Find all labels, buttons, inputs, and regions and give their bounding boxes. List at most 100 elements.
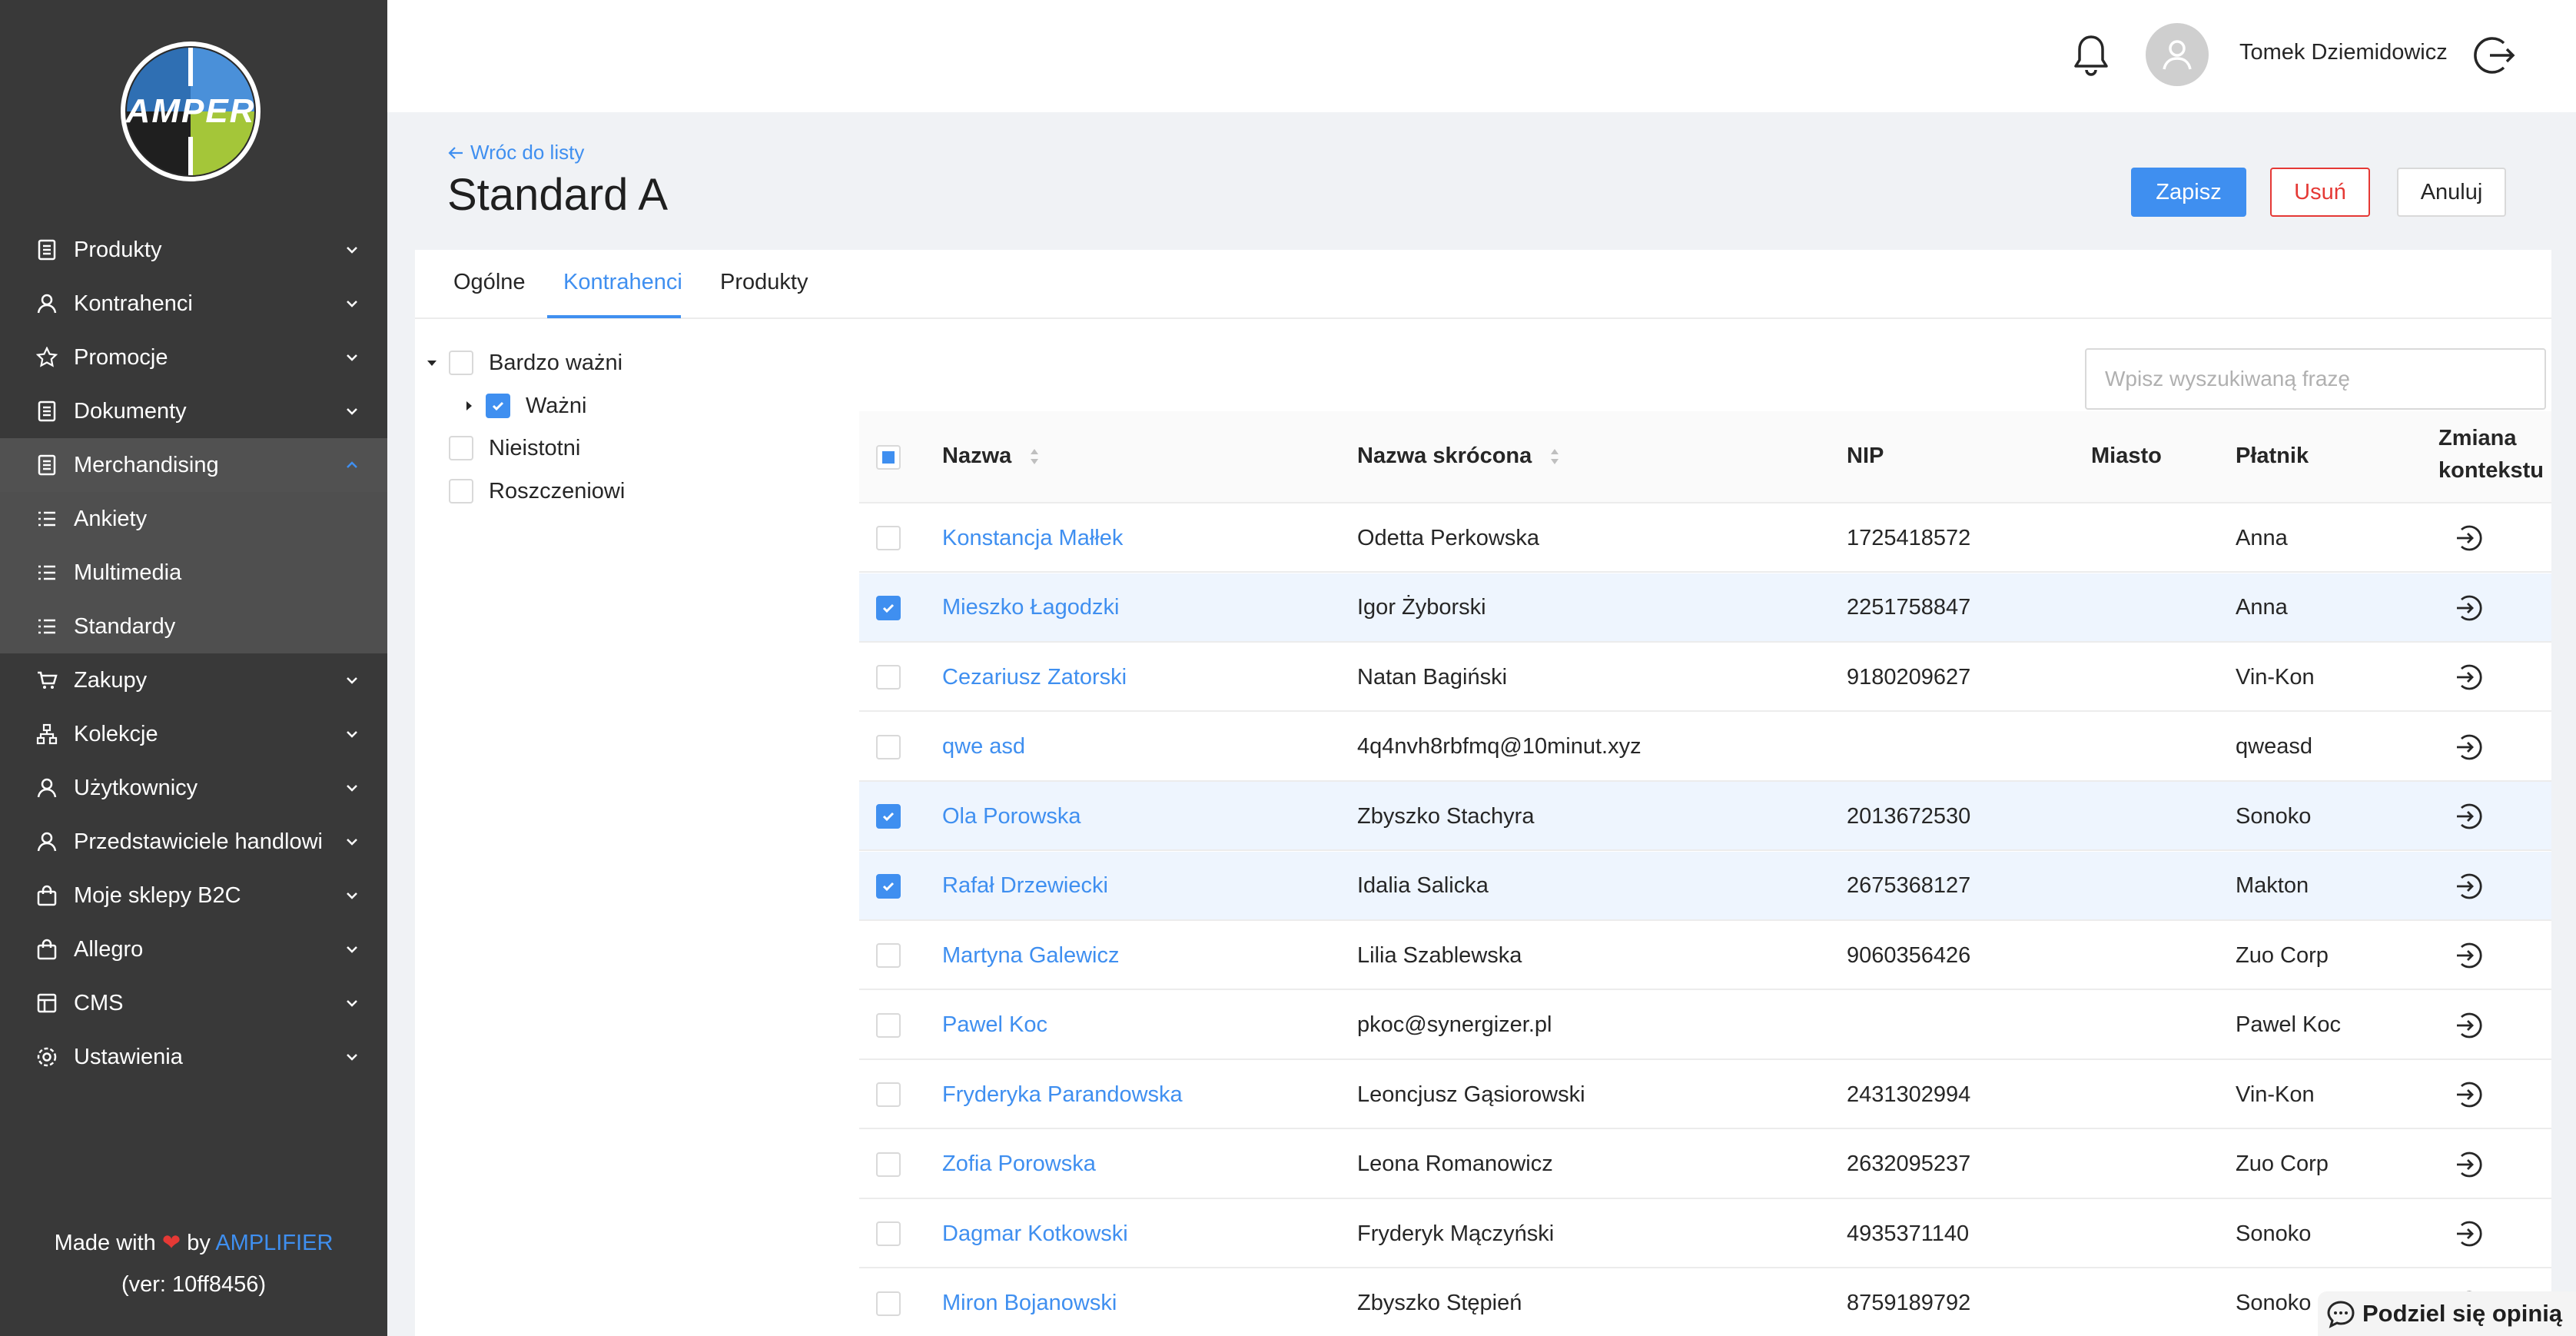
nav-item-zakupy[interactable]: Zakupy — [0, 653, 387, 707]
amplifier-link[interactable]: AMPLIFIER — [215, 1231, 333, 1255]
nav-item-merchandising[interactable]: Merchandising — [0, 438, 387, 492]
cell-name[interactable]: Miron Bojanowski — [942, 1269, 1117, 1336]
cell-short-name: Leoncjusz Gąsiorowski — [1357, 1082, 1585, 1107]
table-row[interactable]: Rafał Drzewiecki Idalia Salicka 2675368127… — [859, 851, 2551, 921]
switch-context-button[interactable] — [2454, 991, 2485, 1060]
row-checkbox[interactable] — [876, 1152, 901, 1177]
switch-context-button[interactable] — [2454, 503, 2485, 573]
sidebar-item-standardy[interactable]: Standardy — [0, 600, 387, 653]
row-checkbox[interactable] — [876, 943, 901, 968]
nav-item-ustawienia[interactable]: Ustawienia — [0, 1030, 387, 1084]
table-row[interactable]: Martyna Galewicz Lilia Szablewska 90603564… — [859, 921, 2551, 990]
nav-item-promocje[interactable]: Promocje — [0, 331, 387, 384]
cancel-button[interactable]: Anuluj — [2397, 168, 2506, 217]
row-checkbox[interactable] — [876, 1012, 901, 1038]
nav-item-cms[interactable]: CMS — [0, 976, 387, 1030]
sort-icon — [1031, 449, 1039, 465]
switch-context-button[interactable] — [2454, 782, 2485, 851]
column-header-name[interactable]: Nazwa — [942, 444, 1041, 469]
table-row[interactable]: Zofia Porowska Leona Romanowicz 2632095237… — [859, 1129, 2551, 1199]
table-row[interactable]: Ola Porowska Zbyszko Stachyra 2013672530 So… — [859, 782, 2551, 851]
table-row[interactable]: Cezariusz Zatorski Natan Bagiński 91802096… — [859, 643, 2551, 712]
switch-context-button[interactable] — [2454, 713, 2485, 782]
nav-item-kolekcje[interactable]: Kolekcje — [0, 707, 387, 761]
switch-context-button[interactable] — [2454, 852, 2485, 921]
nav-item-dokumenty[interactable]: Dokumenty — [0, 384, 387, 438]
row-checkbox[interactable] — [876, 734, 901, 759]
switch-context-button[interactable] — [2454, 1199, 2485, 1268]
cell-name[interactable]: qwe asd — [942, 713, 1025, 782]
user-name[interactable]: Tomek Dziemidowicz — [2239, 40, 2448, 65]
table-row[interactable]: Mieszko Łagodzki Igor Żyborski 2251758847 A… — [859, 573, 2551, 643]
cell-short-name: Zbyszko Stachyra — [1357, 803, 1535, 829]
back-link-label: Wróc do listy — [470, 141, 585, 164]
sidebar-item-multimedia[interactable]: Multimedia — [0, 546, 387, 600]
row-checkbox[interactable] — [876, 1291, 901, 1316]
row-checkbox[interactable] — [876, 526, 901, 550]
table-row[interactable]: Miron Bojanowski Zbyszko Stępień 875918979… — [859, 1268, 2551, 1336]
cell-name[interactable]: Konstancja Małłek — [942, 503, 1123, 573]
cell-name[interactable]: Pawel Koc — [942, 991, 1047, 1060]
row-checkbox[interactable] — [876, 595, 901, 620]
nav-item-produkty[interactable]: Produkty — [0, 223, 387, 277]
nav-item-kontrahenci[interactable]: Kontrahenci — [0, 277, 387, 331]
row-checkbox[interactable] — [876, 873, 901, 899]
tab-kontrahenci[interactable]: Kontrahenci — [563, 270, 682, 295]
chevron-down-icon — [347, 247, 357, 254]
column-header-short-name[interactable]: Nazwa skrócona — [1357, 444, 1561, 469]
column-header-city: Miasto — [2091, 444, 2162, 468]
search-input[interactable] — [2085, 348, 2546, 410]
tabs: Ogólne Kontrahenci Produkty — [415, 250, 2551, 319]
save-button[interactable]: Zapisz — [2131, 168, 2246, 217]
nav-item-allegro[interactable]: Allegro — [0, 922, 387, 976]
table-row[interactable]: Fryderyka Parandowska Leoncjusz Gąsiorows… — [859, 1060, 2551, 1129]
amper-logo[interactable]: AMPER — [108, 40, 274, 183]
tree-checkbox[interactable] — [449, 351, 473, 375]
switch-context-button[interactable] — [2454, 921, 2485, 990]
nav-item-sklepy-b2c[interactable]: Moje sklepy B2C — [0, 869, 387, 922]
tab-produkty[interactable]: Produkty — [720, 270, 808, 295]
cell-short-name: Igor Żyborski — [1357, 595, 1486, 620]
caret-right-icon[interactable] — [463, 400, 475, 412]
caret-down-icon[interactable] — [426, 357, 438, 369]
table-row[interactable]: Dagmar Kotkowski Fryderyk Mączyński 493537… — [859, 1199, 2551, 1268]
table-row[interactable]: qwe asd 4q4nvh8rbfmq@10minut.xyz qweasd — [859, 712, 2551, 782]
cell-name[interactable]: Dagmar Kotkowski — [942, 1199, 1128, 1268]
cell-name[interactable]: Ola Porowska — [942, 782, 1081, 851]
switch-context-button[interactable] — [2454, 1130, 2485, 1199]
nav-item-uzytkownicy[interactable]: Użytkownicy — [0, 761, 387, 815]
avatar[interactable] — [2146, 23, 2209, 86]
row-checkbox[interactable] — [876, 665, 901, 690]
tree-checkbox[interactable] — [449, 479, 473, 503]
layout-icon — [35, 992, 58, 1015]
sidebar-item-ankiety[interactable]: Ankiety — [0, 492, 387, 546]
cell-name[interactable]: Zofia Porowska — [942, 1130, 1096, 1199]
cell-name[interactable]: Fryderyka Parandowska — [942, 1060, 1183, 1129]
cell-payer: Sonoko — [2236, 1291, 2312, 1315]
table-row[interactable]: Konstancja Małłek Odetta Perkowska 1725418… — [859, 503, 2551, 573]
table-row[interactable]: Pawel Koc pkoc@synergizer.pl Pawel Koc — [859, 990, 2551, 1060]
feedback-button[interactable]: Podziel się opinią — [2318, 1291, 2576, 1336]
cell-name[interactable]: Cezariusz Zatorski — [942, 643, 1127, 712]
row-checkbox[interactable] — [876, 804, 901, 829]
cell-nip: 2675368127 — [1847, 873, 1971, 898]
cell-name[interactable]: Martyna Galewicz — [942, 921, 1119, 990]
switch-context-button[interactable] — [2454, 573, 2485, 643]
nav-item-przedstawiciele[interactable]: Przedstawiciele handlowi — [0, 815, 387, 869]
switch-context-button[interactable] — [2454, 643, 2485, 712]
select-all-checkbox[interactable] — [876, 445, 901, 470]
tab-ogolne[interactable]: Ogólne — [453, 270, 526, 295]
cell-name[interactable]: Mieszko Łagodzki — [942, 573, 1120, 643]
cell-short-name: pkoc@synergizer.pl — [1357, 1012, 1552, 1037]
tree-checkbox[interactable] — [486, 394, 510, 418]
cell-name[interactable]: Rafał Drzewiecki — [942, 852, 1108, 921]
row-checkbox[interactable] — [876, 1221, 901, 1246]
tree-checkbox[interactable] — [449, 436, 473, 460]
back-to-list-link[interactable]: Wróc do listy — [447, 141, 584, 165]
switch-context-button[interactable] — [2454, 1060, 2485, 1129]
row-checkbox[interactable] — [876, 1082, 901, 1107]
bell-icon[interactable] — [2071, 32, 2111, 78]
logout-icon[interactable] — [2473, 34, 2516, 77]
document-icon — [35, 400, 58, 423]
delete-button[interactable]: Usuń — [2270, 168, 2370, 217]
